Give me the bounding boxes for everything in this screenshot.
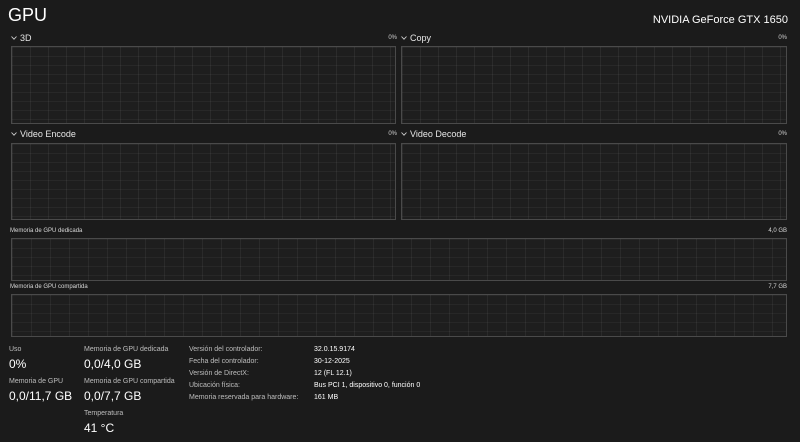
graph-header-video-encode[interactable]: Video Encode — [10, 129, 76, 139]
dedicated-memory-graph-label: Memoria de GPU dedicada — [10, 228, 83, 234]
shared-memory-value: 0,0/7,7 GB — [84, 389, 142, 403]
usage-label: Uso — [9, 346, 22, 353]
hardware-reserved-memory-label: Memoria reservada para hardware: — [189, 394, 299, 401]
physical-location-value: Bus PCI 1, dispositivo 0, función 0 — [314, 382, 421, 389]
graph-video-encode — [11, 143, 396, 220]
usage-value: 0% — [9, 357, 27, 371]
graph-header-3d[interactable]: 3D — [10, 33, 32, 43]
dedicated-memory-graph-max: 4,0 GB — [768, 228, 787, 234]
page-title: GPU — [8, 5, 48, 25]
chevron-down-icon — [10, 130, 18, 138]
graph-label-copy: Copy — [410, 33, 432, 43]
temperature-value: 41 °C — [84, 421, 115, 435]
gpu-model-name: NVIDIA GeForce GTX 1650 — [652, 14, 788, 26]
chevron-down-icon — [400, 34, 408, 42]
shared-memory-graph-label: Memoria de GPU compartida — [10, 284, 88, 290]
graph-percent-video-decode: 0% — [778, 131, 787, 137]
driver-date-value: 30-12-2025 — [314, 358, 350, 365]
shared-memory-label: Memoria de GPU compartida — [84, 378, 175, 385]
graph-video-decode — [401, 143, 787, 220]
gpu-memory-label: Memoria de GPU — [9, 378, 64, 385]
graph-header-video-decode[interactable]: Video Decode — [400, 129, 466, 139]
directx-version-value: 12 (FL 12.1) — [314, 370, 352, 377]
temperature-label: Temperatura — [84, 410, 124, 417]
dedicated-memory-value: 0,0/4,0 GB — [84, 357, 142, 371]
shared-memory-graph — [11, 294, 787, 337]
chevron-down-icon — [400, 130, 408, 138]
graph-label-3d: 3D — [20, 33, 32, 43]
directx-version-label: Versión de DirectX: — [189, 370, 249, 377]
graph-3d — [11, 46, 396, 124]
driver-version-value: 32.0.15.9174 — [314, 346, 355, 353]
gpu-memory-value: 0,0/11,7 GB — [9, 389, 73, 403]
physical-location-label: Ubicación física: — [189, 382, 240, 389]
hardware-reserved-memory-value: 161 MB — [314, 394, 339, 401]
dedicated-memory-graph — [11, 238, 787, 281]
shared-memory-graph-max: 7,7 GB — [768, 284, 787, 290]
driver-date-label: Fecha del controlador: — [189, 358, 259, 365]
graph-percent-3d: 0% — [388, 35, 397, 41]
graph-label-video-decode: Video Decode — [410, 129, 467, 139]
gpu-performance-page: GPU NVIDIA GeForce GTX 1650 3D 0% Copy 0… — [0, 0, 800, 442]
graph-percent-copy: 0% — [778, 35, 787, 41]
driver-version-label: Versión del controlador: — [189, 346, 263, 353]
graph-label-video-encode: Video Encode — [20, 129, 76, 139]
chevron-down-icon — [10, 34, 18, 42]
graph-percent-video-encode: 0% — [388, 131, 397, 137]
dedicated-memory-label: Memoria de GPU dedicada — [84, 346, 169, 353]
graph-header-copy[interactable]: Copy — [400, 33, 431, 43]
graph-copy — [401, 46, 787, 124]
